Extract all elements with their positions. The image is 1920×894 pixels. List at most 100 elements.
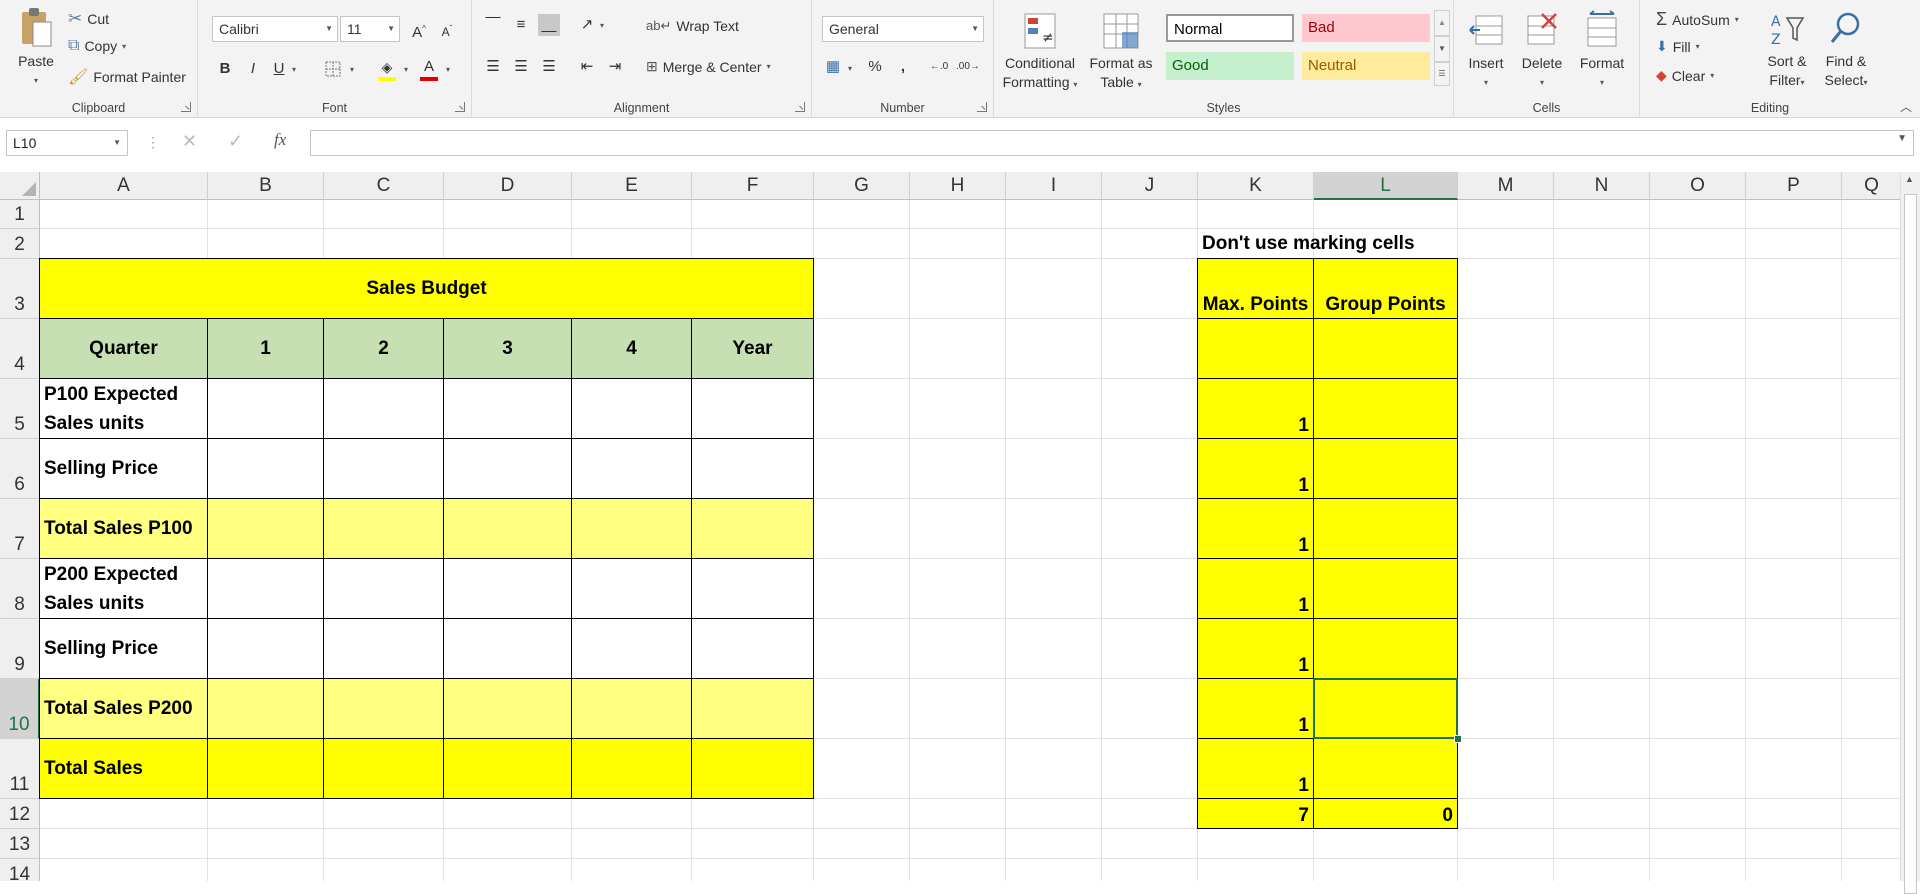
align-middle-icon[interactable]: ≡ (510, 14, 532, 36)
column-header-c[interactable]: C (324, 172, 444, 200)
collapse-ribbon-icon[interactable]: ︿ (1900, 98, 1912, 115)
scroll-up-icon[interactable]: ▲ (1905, 174, 1914, 184)
cell-d9[interactable] (444, 619, 572, 679)
cell-f7[interactable] (692, 499, 814, 559)
percent-button[interactable]: % (864, 56, 886, 78)
row-header-9[interactable]: 9 (0, 619, 40, 679)
column-header-h[interactable]: H (910, 172, 1006, 200)
formula-input[interactable]: ▼ (310, 130, 1914, 156)
align-left-icon[interactable]: ☰ (482, 56, 504, 78)
row-label-10[interactable]: Total Sales P200 (40, 679, 208, 739)
cell-e9[interactable] (572, 619, 692, 679)
fill-handle[interactable] (1454, 735, 1462, 743)
cell-c7[interactable] (324, 499, 444, 559)
cell-c10[interactable] (324, 679, 444, 739)
font-name-combo[interactable]: Calibri ▼ (212, 16, 338, 42)
paste-button[interactable]: Paste ▾ (10, 6, 62, 90)
group-points-8[interactable] (1314, 559, 1458, 619)
cell-e8[interactable] (572, 559, 692, 619)
max-points-4[interactable] (1198, 319, 1314, 379)
cell-b9[interactable] (208, 619, 324, 679)
worksheet-grid[interactable]: A B C D E F G H I J K L M N O P Q 1 2 3 4 5 6 7 8 9 10 11 12 13 14 Sale… (0, 172, 1920, 881)
find-select-button[interactable]: Find & Select▾ (1818, 10, 1874, 92)
cell-f9[interactable] (692, 619, 814, 679)
accounting-format-icon[interactable]: ▦ (822, 56, 844, 78)
merge-dropdown-icon[interactable]: ▾ (767, 62, 771, 71)
max-points-header[interactable]: Max. Points (1198, 259, 1314, 319)
row-label-9[interactable]: Selling Price (40, 619, 208, 679)
header-f[interactable]: Year (692, 319, 814, 379)
underline-button[interactable]: U (268, 58, 290, 80)
italic-button[interactable]: I (242, 58, 264, 80)
wrap-text-button[interactable]: ab↵ Wrap Text (646, 18, 739, 34)
column-header-p[interactable]: P (1746, 172, 1842, 200)
cell-b11[interactable] (208, 739, 324, 799)
column-header-f[interactable]: F (692, 172, 814, 200)
accounting-dropdown-icon[interactable]: ▾ (848, 64, 852, 73)
number-format-combo[interactable]: General ▼ (822, 16, 984, 42)
cell-d11[interactable] (444, 739, 572, 799)
expand-formula-icon[interactable]: ▼ (1897, 133, 1907, 144)
row-header-1[interactable]: 1 (0, 200, 40, 229)
cell-c8[interactable] (324, 559, 444, 619)
format-painter-button[interactable]: 🖌 Format Painter (68, 67, 186, 87)
column-header-e[interactable]: E (572, 172, 692, 200)
marking-note[interactable]: Don't use marking cells (1198, 229, 1458, 259)
max-points-11[interactable]: 1 (1198, 739, 1314, 799)
cell-b6[interactable] (208, 439, 324, 499)
copy-dropdown-icon[interactable]: ▾ (122, 42, 126, 51)
orientation-dropdown-icon[interactable]: ▾ (600, 21, 604, 30)
group-points-4[interactable] (1314, 319, 1458, 379)
cell-d7[interactable] (444, 499, 572, 559)
max-points-10[interactable]: 1 (1198, 679, 1314, 739)
comma-button[interactable]: , (892, 56, 914, 78)
max-points-7[interactable]: 1 (1198, 499, 1314, 559)
column-header-b[interactable]: B (208, 172, 324, 200)
row-header-5[interactable]: 5 (0, 379, 40, 439)
cancel-icon[interactable]: ✕ (182, 131, 197, 152)
column-header-j[interactable]: J (1102, 172, 1198, 200)
row-label-7[interactable]: Total Sales P100 (40, 499, 208, 559)
cell-d5[interactable] (444, 379, 572, 439)
cell-b10[interactable] (208, 679, 324, 739)
max-points-9[interactable]: 1 (1198, 619, 1314, 679)
cell-c11[interactable] (324, 739, 444, 799)
enter-icon[interactable]: ✓ (228, 131, 243, 152)
cell-e7[interactable] (572, 499, 692, 559)
align-right-icon[interactable]: ☰ (538, 56, 560, 78)
row-label-8[interactable]: P200 Expected Sales units (40, 559, 208, 619)
number-launcher-icon[interactable] (977, 102, 987, 112)
row-header-11[interactable]: 11 (0, 739, 40, 799)
column-header-m[interactable]: M (1458, 172, 1554, 200)
clear-button[interactable]: ◆ Clear ▾ (1656, 67, 1714, 84)
cell-b8[interactable] (208, 559, 324, 619)
column-header-l[interactable]: L (1314, 172, 1458, 200)
max-points-8[interactable]: 1 (1198, 559, 1314, 619)
format-cells-button[interactable]: Format ▾ (1574, 10, 1630, 92)
style-neutral[interactable]: Neutral (1302, 52, 1430, 80)
styles-scroll-up-icon[interactable]: ▲ (1434, 10, 1450, 36)
styles-scroll-down-icon[interactable]: ▼ (1434, 36, 1450, 62)
underline-dropdown-icon[interactable]: ▾ (292, 65, 296, 74)
fill-color-button[interactable]: ◈ (376, 56, 398, 81)
cell-f5[interactable] (692, 379, 814, 439)
row-label-6[interactable]: Selling Price (40, 439, 208, 499)
cell-c5[interactable] (324, 379, 444, 439)
row-header-7[interactable]: 7 (0, 499, 40, 559)
cell-e11[interactable] (572, 739, 692, 799)
max-points-5[interactable]: 1 (1198, 379, 1314, 439)
bold-button[interactable]: B (214, 58, 236, 80)
cell-f10[interactable] (692, 679, 814, 739)
header-c[interactable]: 2 (324, 319, 444, 379)
column-header-n[interactable]: N (1554, 172, 1650, 200)
header-a[interactable]: Quarter (40, 319, 208, 379)
orientation-icon[interactable]: ↗ (576, 14, 598, 36)
cell-e5[interactable] (572, 379, 692, 439)
copy-button[interactable]: ⧉ Copy ▾ (68, 37, 126, 55)
grow-font-button[interactable]: A^ (408, 18, 430, 41)
sales-budget-title[interactable]: Sales Budget (40, 259, 814, 319)
alignment-launcher-icon[interactable] (795, 102, 805, 112)
row-label-11[interactable]: Total Sales (40, 739, 208, 799)
max-points-total[interactable]: 7 (1198, 799, 1314, 829)
font-color-dropdown-icon[interactable]: ▾ (446, 65, 450, 74)
